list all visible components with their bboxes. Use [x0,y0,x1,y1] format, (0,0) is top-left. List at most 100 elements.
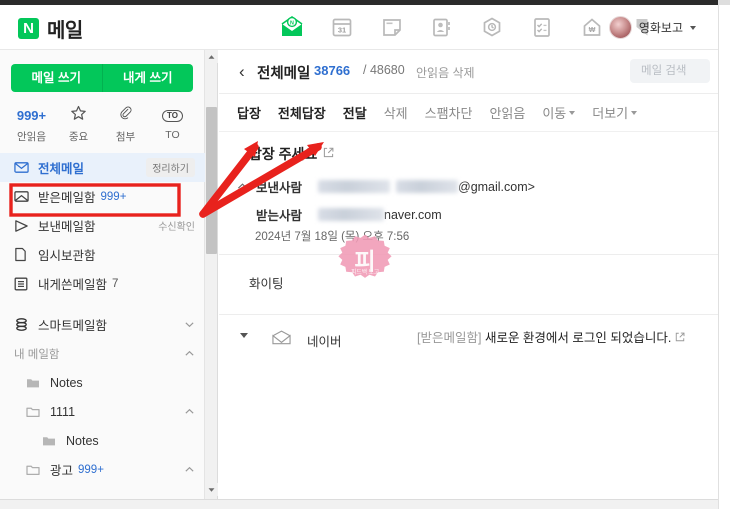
profile-menu[interactable]: 영화보고 [608,16,696,39]
quick-filter-attachment[interactable]: 첨부 [102,105,149,144]
list-item-folder-tag: [받은메일함] [417,331,482,345]
open-envelope-icon[interactable] [255,329,307,345]
toolbar-move[interactable]: 이동 [542,103,576,122]
quick-filter-important[interactable]: 중요 [55,105,102,144]
header-sub-actions[interactable]: 안읽음 삭제 [416,64,475,81]
quick-filter-unread-label: 안읽음 [17,131,46,143]
sidebar-group-my-folders-label: 내 메일함 [14,348,60,361]
folder-icon [26,406,43,418]
service-nav-icons: N 31 ₩ [278,13,656,41]
sidebar-item-folder-notes-sub-label: Notes [66,433,99,448]
naver-mail-logo[interactable]: N 메일 [18,14,83,43]
file-icon [14,247,31,262]
sidebar-item-all-mail[interactable]: 전체메일 정리하기 [0,153,205,182]
toolbar-delete-label: 삭제 [383,106,408,121]
search-input[interactable]: 메일 검색 [630,59,710,83]
paperclip-icon [117,105,134,127]
sidebar-item-smart-mail-label: 스마트메일함 [38,319,108,333]
mail-header: ‹ 전체메일 38766 / 48680 안읽음 삭제 메일 검색 [219,50,718,94]
page-title: 전체메일 [257,66,311,82]
scroll-up-arrow-icon[interactable] [205,50,218,63]
memo-icon[interactable] [378,13,406,41]
watermark-text: 피 [354,248,376,274]
quick-filter-to-label: TO [165,129,180,141]
unread-count-value: 38766 [314,63,351,78]
toolbar-mark-unread[interactable]: 안읽음 [489,103,525,122]
toolbar-block-spam[interactable]: 스팸차단 [425,103,473,122]
sidebar-item-folder-ads[interactable]: 광고 999+ [0,455,205,484]
toolbar-delete[interactable]: 삭제 [384,103,408,122]
compose-self-button[interactable]: 내게 쓰기 [101,64,193,92]
envelope-icon [14,161,31,174]
to-badge: TO [162,109,183,122]
sidebar-item-drafts[interactable]: 임시보관함 [0,240,205,269]
pay-icon[interactable]: ₩ [578,13,606,41]
calendar-icon[interactable]: 31 [328,13,356,41]
sidebar-item-inbox[interactable]: 받은메일함 999+ [0,182,205,211]
mail-icon[interactable]: N [278,13,306,41]
list-item-sender: 네이버 [307,335,342,349]
sidebar-item-smart-mail[interactable]: 스마트메일함 [0,310,205,339]
chevron-down-icon[interactable] [184,319,195,330]
sidebar-item-sent[interactable]: 보낸메일함 수신확인 [0,211,205,240]
smart-icon [14,317,31,332]
recipient-domain: naver.com [384,207,442,222]
drive-icon[interactable] [478,13,506,41]
folder-list: 전체메일 정리하기 받은메일함 999+ 보낸메일함 수신확인 임시보관함 내게… [0,153,205,509]
chevron-up-icon[interactable] [184,464,195,475]
chevron-up-icon[interactable] [184,406,195,417]
quick-filter-to[interactable]: TO TO [149,105,196,144]
compose-mail-button[interactable]: 메일 쓰기 [11,64,102,92]
bottom-scrollbar[interactable] [0,499,718,509]
avatar [608,16,632,39]
sender-row: 보낸사람 @gmail.com> [219,170,718,203]
chevron-down-icon [569,110,576,115]
toolbar-forward[interactable]: 전달 [343,103,367,122]
svg-text:N: N [290,21,294,27]
read-receipt-link[interactable]: 수신확인 [158,218,195,233]
total-count-value: / 48680 [363,63,405,77]
toolbar-forward-label: 전달 [342,106,367,121]
recipient-address-blurred [318,208,384,221]
inbox-count: 999+ [100,190,127,203]
sidebar: 메일 쓰기 내게 쓰기 999+ 안읽음 중요 첨부 TO TO 전체메일 정리… [0,50,205,509]
sidebar-item-drafts-label: 임시보관함 [38,249,96,263]
chevron-up-icon[interactable] [184,348,195,359]
toolbar-reply-all[interactable]: 전체답장 [278,103,326,122]
quick-filter-important-label: 중요 [68,131,89,143]
external-link-icon[interactable] [323,145,334,163]
external-link-icon[interactable] [675,331,685,345]
watermark-badge: 피 피드백 보고 [333,227,397,291]
folder-ads-count: 999+ [78,463,104,476]
sidebar-item-folder-notes-sub[interactable]: Notes [0,426,205,455]
sidebar-item-all-mail-label: 전체메일 [38,162,85,176]
toolbar-reply[interactable]: 답장 [237,103,261,122]
toolbar-mark-unread-label: 안읽음 [489,106,526,121]
quick-filter-unread[interactable]: 999+ 안읽음 [8,105,55,144]
sidebar-item-folder-notes[interactable]: Notes [0,368,205,397]
inbox-icon [14,190,31,203]
folder-solid-icon [42,435,59,447]
sidebar-item-folder-1111[interactable]: 1111 [0,397,205,426]
expand-caret-icon[interactable] [233,329,255,338]
toolbar-move-label: 이동 [542,106,567,121]
toolbar-block-spam-label: 스팸차단 [424,106,473,121]
organize-button[interactable]: 정리하기 [146,158,195,177]
profile-name: 영화보고 [638,21,683,35]
scroll-down-arrow-icon[interactable] [205,483,218,496]
folder-icon [26,464,43,476]
todo-icon[interactable] [528,13,556,41]
toolbar-reply-all-label: 전체답장 [277,106,326,121]
sidebar-scrollbar-thumb[interactable] [206,107,217,254]
list-item[interactable]: 네이버 [받은메일함] 새로운 환경에서 로그인 되었습니다. [219,315,718,364]
contacts-icon[interactable] [428,13,456,41]
list-icon [14,277,31,291]
self-mail-count: 7 [112,277,119,290]
collapse-chevron-up-icon[interactable] [237,181,250,193]
sidebar-group-my-folders[interactable]: 내 메일함 [0,339,205,368]
toolbar-more[interactable]: 더보기 [592,103,638,122]
back-button[interactable]: ‹ [239,63,245,80]
sidebar-item-self-mail[interactable]: 내게쓴메일함 7 [0,269,205,298]
star-icon [70,105,87,127]
chevron-down-icon [690,25,696,30]
